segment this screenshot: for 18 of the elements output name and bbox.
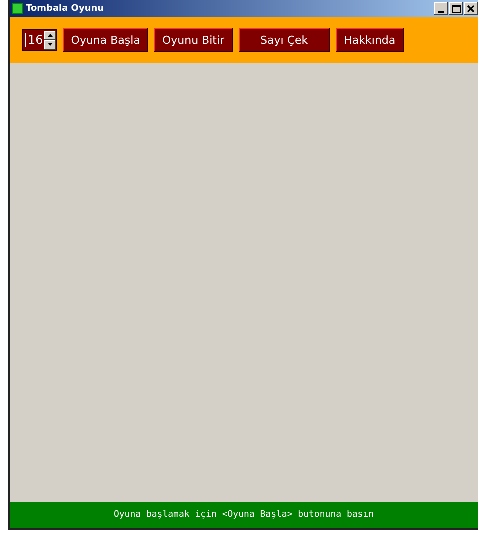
number-spinner[interactable]: 16 — [22, 29, 58, 51]
spin-down-button[interactable] — [44, 40, 56, 50]
toolbar-button[interactable]: Hakkında — [336, 28, 404, 52]
app-icon — [12, 3, 23, 14]
close-icon — [467, 4, 475, 12]
toolbar-button[interactable]: Oyunu Bitir — [154, 28, 233, 52]
status-bar: Oyuna başlamak için <Oyuna Başla> butonuna basın — [10, 502, 478, 528]
spin-up-button[interactable] — [44, 30, 56, 40]
minimize-icon — [438, 10, 444, 12]
up-arrow-icon — [48, 34, 53, 37]
toolbar-button[interactable]: Oyuna Başla — [63, 28, 148, 52]
toolbar-button[interactable]: Sayı Çek — [238, 28, 330, 52]
maximize-button[interactable] — [449, 2, 463, 15]
maximize-icon — [452, 4, 460, 12]
close-button[interactable] — [464, 2, 478, 15]
window-title: Tombala Oyunu — [26, 4, 104, 14]
down-arrow-icon — [48, 43, 53, 46]
minimize-button[interactable] — [434, 2, 448, 15]
